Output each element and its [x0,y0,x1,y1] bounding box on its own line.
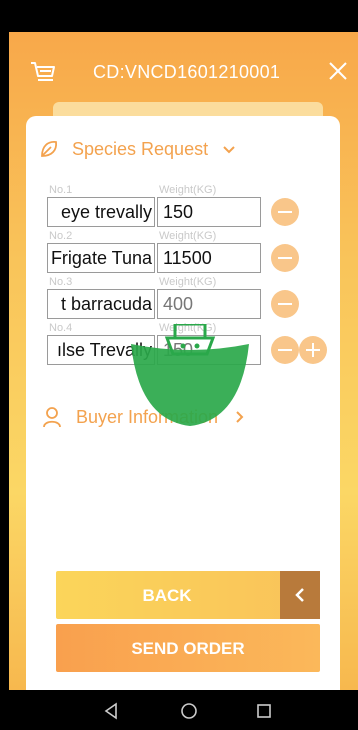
weight-input[interactable]: 150 [157,197,261,227]
back-button[interactable]: BACK [56,571,320,619]
weight-input[interactable]: 400 [157,289,261,319]
add-row-button[interactable] [299,336,327,364]
triangle-back-icon[interactable] [102,702,120,720]
app-header: CD:VNCD1601210001 [9,32,358,112]
species-value: eye trevally [60,202,152,222]
row-number-label: No.2 [49,230,73,242]
species-request-header[interactable]: Species Request [38,138,236,160]
weight-input[interactable]: 150 [157,335,261,365]
weight-label: Weight(KG) [159,184,217,196]
species-input[interactable]: t barracuda [47,289,155,319]
chevron-down-icon[interactable] [222,142,236,156]
person-icon [43,407,61,428]
remove-row-button[interactable] [271,290,299,318]
species-request-title: Species Request [72,138,209,159]
row-number-label: No.1 [49,184,73,196]
species-row-3: No.3 Weight(KG) t barracuda 400 [47,276,347,320]
back-arrow-box[interactable] [280,571,320,619]
weight-label: Weight(KG) [159,322,217,334]
square-recents-icon[interactable] [255,702,273,720]
weight-input[interactable]: 11500 [157,243,261,273]
order-code-title: CD:VNCD1601210001 [93,62,281,82]
species-value: ılse Trevally [56,340,152,360]
species-row-2: No.2 Weight(KG) Frigate Tuna 11500 [47,230,347,274]
close-icon[interactable] [327,60,349,82]
circle-home-icon[interactable] [180,702,198,720]
remove-row-button[interactable] [271,244,299,272]
status-bar [0,0,358,32]
weight-label: Weight(KG) [159,230,217,242]
weight-value: 400 [163,294,194,314]
send-order-button[interactable]: SEND ORDER [56,624,320,672]
cart-icon[interactable] [29,60,57,84]
weight-value: 11500 [163,248,212,268]
remove-row-button[interactable] [271,198,299,226]
chevron-right-icon[interactable] [232,410,246,424]
row-number-label: No.4 [49,322,73,334]
buyer-information-title: Buyer Information [76,406,219,427]
species-input[interactable]: Frigate Tuna [47,243,155,273]
remove-row-button[interactable] [271,336,299,364]
species-input[interactable]: ılse Trevally [47,335,155,365]
weight-label: Weight(KG) [159,276,217,288]
species-input[interactable]: eye trevally [47,197,155,227]
system-nav-bar [0,690,358,730]
back-button-label: BACK [142,586,192,605]
leaf-icon [41,141,57,157]
send-order-label: SEND ORDER [131,639,245,658]
weight-value: 150 [163,202,194,222]
chevron-left-icon [295,588,304,602]
row-number-label: No.3 [49,276,73,288]
weight-value: 150 [163,340,194,360]
app-screen: CD:VNCD1601210001 Species Request No.1 W… [9,32,358,690]
buyer-information-header[interactable]: Buyer Information [42,406,246,428]
species-row-4: No.4 Weight(KG) ılse Trevally 150 [47,322,347,366]
species-value: Frigate Tuna [50,248,152,268]
species-value: t barracuda [60,294,152,314]
species-row-1: No.1 Weight(KG) eye trevally 150 [47,184,347,228]
